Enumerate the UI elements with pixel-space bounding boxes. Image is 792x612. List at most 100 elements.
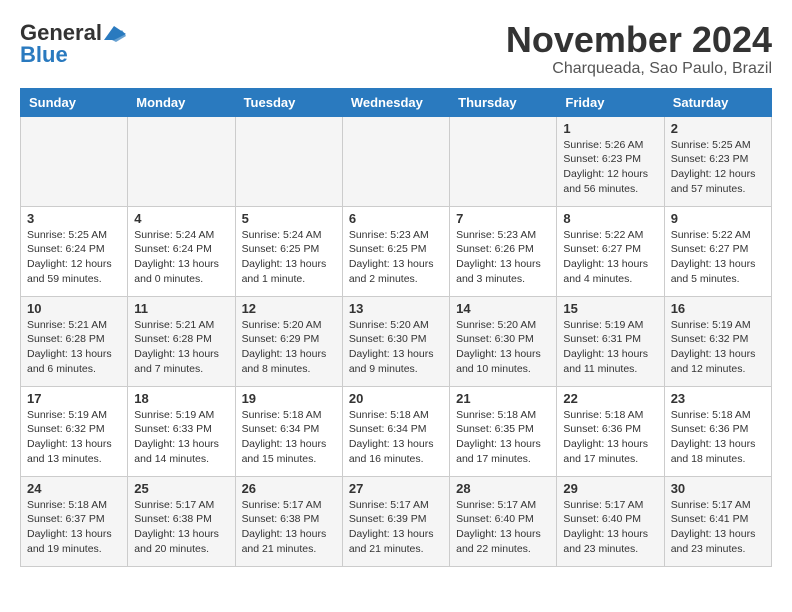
day-number: 2 xyxy=(671,121,765,136)
day-number: 22 xyxy=(563,391,657,406)
calendar-cell: 11 Sunrise: 5:21 AMSunset: 6:28 PMDayligh… xyxy=(128,296,235,386)
calendar-week-2: 3 Sunrise: 5:25 AMSunset: 6:24 PMDaylight… xyxy=(21,206,772,296)
calendar-cell: 7 Sunrise: 5:23 AMSunset: 6:26 PMDaylight… xyxy=(450,206,557,296)
day-info: Sunrise: 5:19 AMSunset: 6:32 PMDaylight:… xyxy=(671,318,765,377)
weekday-header-wednesday: Wednesday xyxy=(342,88,449,116)
calendar-cell: 2 Sunrise: 5:25 AMSunset: 6:23 PMDaylight… xyxy=(664,116,771,206)
calendar-cell: 16 Sunrise: 5:19 AMSunset: 6:32 PMDayligh… xyxy=(664,296,771,386)
calendar-cell: 27 Sunrise: 5:17 AMSunset: 6:39 PMDayligh… xyxy=(342,476,449,566)
calendar-cell: 5Sunrise: 5:24 AMSunset: 6:25 PMDaylight… xyxy=(235,206,342,296)
calendar-cell: 29 Sunrise: 5:17 AMSunset: 6:40 PMDayligh… xyxy=(557,476,664,566)
day-info: Sunrise: 5:19 AMSunset: 6:31 PMDaylight:… xyxy=(563,318,657,377)
calendar-body: 1 Sunrise: 5:26 AMSunset: 6:23 PMDaylight… xyxy=(21,116,772,566)
day-info: Sunrise: 5:25 AMSunset: 6:24 PMDaylight:… xyxy=(27,228,121,287)
day-number: 11 xyxy=(134,301,228,316)
logo-blue-text: Blue xyxy=(20,42,68,68)
calendar-cell: 22Sunrise: 5:18 AMSunset: 6:36 PMDayligh… xyxy=(557,386,664,476)
day-number: 4 xyxy=(134,211,228,226)
day-number: 26 xyxy=(242,481,336,496)
day-number: 13 xyxy=(349,301,443,316)
day-number: 18 xyxy=(134,391,228,406)
calendar-week-1: 1 Sunrise: 5:26 AMSunset: 6:23 PMDaylight… xyxy=(21,116,772,206)
day-info: Sunrise: 5:18 AMSunset: 6:36 PMDaylight:… xyxy=(671,408,765,467)
calendar-cell: 3 Sunrise: 5:25 AMSunset: 6:24 PMDaylight… xyxy=(21,206,128,296)
day-number: 1 xyxy=(563,121,657,136)
calendar-cell: 20 Sunrise: 5:18 AMSunset: 6:34 PMDayligh… xyxy=(342,386,449,476)
day-info: Sunrise: 5:17 AMSunset: 6:38 PMDaylight:… xyxy=(134,498,228,557)
day-number: 15 xyxy=(563,301,657,316)
calendar-cell xyxy=(342,116,449,206)
calendar-cell: 4 Sunrise: 5:24 AMSunset: 6:24 PMDaylight… xyxy=(128,206,235,296)
calendar-cell: 30 Sunrise: 5:17 AMSunset: 6:41 PMDayligh… xyxy=(664,476,771,566)
day-number: 25 xyxy=(134,481,228,496)
day-info: Sunrise: 5:18 AMSunset: 6:34 PMDaylight:… xyxy=(242,408,336,467)
calendar-cell: 12Sunrise: 5:20 AMSunset: 6:29 PMDayligh… xyxy=(235,296,342,386)
day-number: 17 xyxy=(27,391,121,406)
calendar-week-4: 17 Sunrise: 5:19 AMSunset: 6:32 PMDayligh… xyxy=(21,386,772,476)
day-info: Sunrise: 5:19 AMSunset: 6:32 PMDaylight:… xyxy=(27,408,121,467)
day-number: 9 xyxy=(671,211,765,226)
calendar-cell: 8 Sunrise: 5:22 AMSunset: 6:27 PMDaylight… xyxy=(557,206,664,296)
day-info: Sunrise: 5:24 AMSunset: 6:25 PMDaylight:… xyxy=(242,228,336,287)
day-info: Sunrise: 5:18 AMSunset: 6:37 PMDaylight:… xyxy=(27,498,121,557)
calendar-cell: 10Sunrise: 5:21 AMSunset: 6:28 PMDayligh… xyxy=(21,296,128,386)
day-info: Sunrise: 5:25 AMSunset: 6:23 PMDaylight:… xyxy=(671,138,765,197)
calendar-cell xyxy=(21,116,128,206)
day-info: Sunrise: 5:26 AMSunset: 6:23 PMDaylight:… xyxy=(563,138,657,197)
calendar-cell: 25 Sunrise: 5:17 AMSunset: 6:38 PMDayligh… xyxy=(128,476,235,566)
day-info: Sunrise: 5:21 AMSunset: 6:28 PMDaylight:… xyxy=(134,318,228,377)
day-number: 19 xyxy=(242,391,336,406)
calendar-cell: 15 Sunrise: 5:19 AMSunset: 6:31 PMDayligh… xyxy=(557,296,664,386)
day-number: 14 xyxy=(456,301,550,316)
day-info: Sunrise: 5:17 AMSunset: 6:38 PMDaylight:… xyxy=(242,498,336,557)
day-number: 8 xyxy=(563,211,657,226)
day-number: 28 xyxy=(456,481,550,496)
day-info: Sunrise: 5:17 AMSunset: 6:41 PMDaylight:… xyxy=(671,498,765,557)
day-info: Sunrise: 5:17 AMSunset: 6:40 PMDaylight:… xyxy=(563,498,657,557)
location-text: Charqueada, Sao Paulo, Brazil xyxy=(506,60,772,78)
day-number: 29 xyxy=(563,481,657,496)
calendar-cell: 26 Sunrise: 5:17 AMSunset: 6:38 PMDayligh… xyxy=(235,476,342,566)
day-info: Sunrise: 5:17 AMSunset: 6:40 PMDaylight:… xyxy=(456,498,550,557)
calendar-cell: 1 Sunrise: 5:26 AMSunset: 6:23 PMDaylight… xyxy=(557,116,664,206)
day-number: 21 xyxy=(456,391,550,406)
weekday-header-row: SundayMondayTuesdayWednesdayThursdayFrid… xyxy=(21,88,772,116)
weekday-header-monday: Monday xyxy=(128,88,235,116)
calendar-cell xyxy=(235,116,342,206)
day-info: Sunrise: 5:22 AMSunset: 6:27 PMDaylight:… xyxy=(671,228,765,287)
calendar-cell: 18 Sunrise: 5:19 AMSunset: 6:33 PMDayligh… xyxy=(128,386,235,476)
day-info: Sunrise: 5:18 AMSunset: 6:34 PMDaylight:… xyxy=(349,408,443,467)
day-info: Sunrise: 5:23 AMSunset: 6:25 PMDaylight:… xyxy=(349,228,443,287)
day-number: 3 xyxy=(27,211,121,226)
day-number: 23 xyxy=(671,391,765,406)
weekday-header-saturday: Saturday xyxy=(664,88,771,116)
day-number: 7 xyxy=(456,211,550,226)
day-number: 20 xyxy=(349,391,443,406)
weekday-header-friday: Friday xyxy=(557,88,664,116)
day-number: 27 xyxy=(349,481,443,496)
day-info: Sunrise: 5:23 AMSunset: 6:26 PMDaylight:… xyxy=(456,228,550,287)
page-header: General Blue November 2024 Charqueada, S… xyxy=(20,20,772,78)
calendar-cell: 23 Sunrise: 5:18 AMSunset: 6:36 PMDayligh… xyxy=(664,386,771,476)
calendar-cell: 21Sunrise: 5:18 AMSunset: 6:35 PMDayligh… xyxy=(450,386,557,476)
logo: General Blue xyxy=(20,20,126,68)
calendar-table: SundayMondayTuesdayWednesdayThursdayFrid… xyxy=(20,88,772,567)
day-info: Sunrise: 5:19 AMSunset: 6:33 PMDaylight:… xyxy=(134,408,228,467)
day-number: 16 xyxy=(671,301,765,316)
calendar-cell: 9 Sunrise: 5:22 AMSunset: 6:27 PMDaylight… xyxy=(664,206,771,296)
day-number: 30 xyxy=(671,481,765,496)
calendar-cell: 6Sunrise: 5:23 AMSunset: 6:25 PMDaylight… xyxy=(342,206,449,296)
day-info: Sunrise: 5:21 AMSunset: 6:28 PMDaylight:… xyxy=(27,318,121,377)
day-info: Sunrise: 5:20 AMSunset: 6:30 PMDaylight:… xyxy=(456,318,550,377)
calendar-cell: 28 Sunrise: 5:17 AMSunset: 6:40 PMDayligh… xyxy=(450,476,557,566)
day-info: Sunrise: 5:22 AMSunset: 6:27 PMDaylight:… xyxy=(563,228,657,287)
day-info: Sunrise: 5:20 AMSunset: 6:30 PMDaylight:… xyxy=(349,318,443,377)
weekday-header-sunday: Sunday xyxy=(21,88,128,116)
calendar-cell xyxy=(128,116,235,206)
weekday-header-tuesday: Tuesday xyxy=(235,88,342,116)
day-number: 12 xyxy=(242,301,336,316)
day-info: Sunrise: 5:17 AMSunset: 6:39 PMDaylight:… xyxy=(349,498,443,557)
day-info: Sunrise: 5:24 AMSunset: 6:24 PMDaylight:… xyxy=(134,228,228,287)
weekday-header-thursday: Thursday xyxy=(450,88,557,116)
calendar-cell: 14 Sunrise: 5:20 AMSunset: 6:30 PMDayligh… xyxy=(450,296,557,386)
